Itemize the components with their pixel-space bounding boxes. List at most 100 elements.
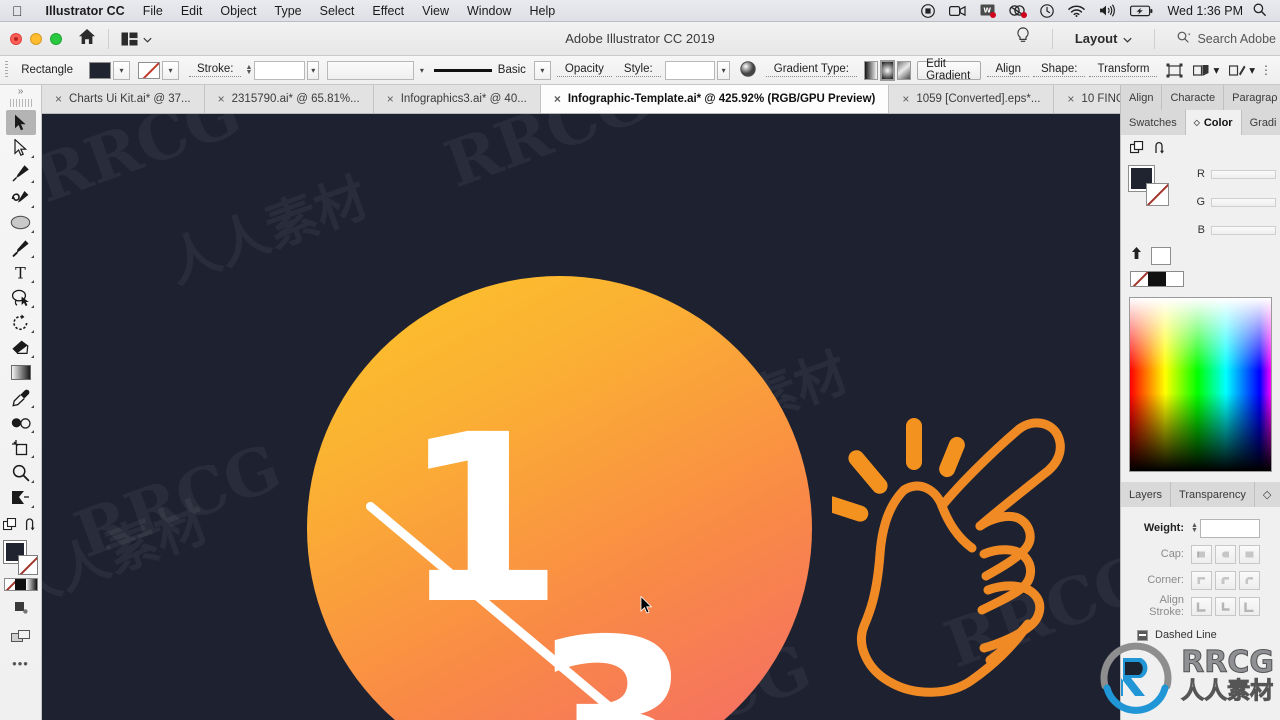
panel-stroke-swatch-none[interactable] (1146, 183, 1169, 206)
menu-select[interactable]: Select (311, 0, 364, 22)
stroke-profile-chevron[interactable]: ▾ (416, 61, 428, 80)
minimize-window-button[interactable] (30, 32, 42, 45)
close-icon[interactable]: × (1067, 92, 1074, 106)
close-icon[interactable]: × (387, 92, 394, 106)
shape-label[interactable]: Shape: (1033, 63, 1086, 77)
swap-fill-stroke-icon[interactable] (24, 518, 38, 537)
black-swatch[interactable] (1148, 272, 1166, 286)
color-mode-buttons[interactable] (3, 578, 38, 591)
chevron-down-icon[interactable]: ▾ (1249, 63, 1255, 77)
stroke-weight-dropdown-chevron[interactable]: ▾ (307, 60, 320, 80)
graphic-style-field[interactable] (664, 60, 716, 80)
chevron-down-icon[interactable]: ▾ (1213, 63, 1219, 77)
spotlight-search-icon[interactable] (1253, 3, 1266, 19)
pointing-hand-illustration[interactable] (823, 414, 1072, 709)
none-black-white-swatches[interactable] (1130, 271, 1184, 287)
paintbrush-tool[interactable] (6, 235, 36, 260)
color-icon[interactable] (15, 579, 26, 590)
wifi-icon[interactable] (1068, 5, 1086, 17)
zoom-tool[interactable] (6, 460, 36, 485)
panel-fill-stroke-controls[interactable] (1128, 165, 1169, 206)
edit-gradient-button[interactable]: Edit Gradient (917, 58, 982, 82)
close-icon[interactable]: × (902, 92, 909, 106)
align-stroke-outside-button[interactable] (1239, 596, 1260, 616)
none-color-icon[interactable] (4, 579, 16, 590)
gradient-type-radial[interactable] (879, 59, 896, 81)
weight-field[interactable] (1199, 518, 1260, 538)
collapse-panel-chevrons[interactable]: » (18, 85, 24, 99)
apple-menu-icon[interactable]:  (12, 4, 23, 18)
gradient-icon[interactable] (25, 579, 37, 590)
denominator-text[interactable]: 3 (532, 609, 693, 720)
tab-character[interactable]: Charactе (1162, 85, 1225, 110)
ellipse-shape-tool[interactable] (6, 210, 36, 235)
volume-icon[interactable] (1099, 4, 1116, 17)
color-channel-row-r[interactable]: R (1179, 160, 1276, 188)
tab-gradient[interactable]: Gradi (1241, 110, 1280, 135)
document-tab-2315790[interactable]: × 2315790.ai* @ 65.81%... (204, 85, 374, 113)
default-fill-stroke-icon[interactable] (2, 517, 17, 537)
transform-button[interactable]: Transform (1089, 63, 1158, 77)
rotate-tool[interactable] (6, 310, 36, 335)
menu-effect[interactable]: Effect (363, 0, 413, 22)
pen-tool[interactable] (6, 160, 36, 185)
document-tab-infographic-template[interactable]: × Infographic-Template.ai* @ 425.92% (RG… (540, 85, 890, 113)
blend-tool[interactable] (6, 410, 36, 435)
add-to-swatches-icon[interactable] (1129, 140, 1145, 160)
stroke-dropdown-chevron[interactable]: ▾ (162, 60, 179, 80)
stroke-weight-label[interactable]: Stroke: (189, 63, 242, 77)
workspace-switcher[interactable]: Layout (1065, 31, 1143, 46)
arrange-documents-button[interactable] (121, 30, 152, 48)
stroke-weight-row[interactable]: Weight: ▲ ▼ (1129, 515, 1272, 541)
align-stroke-center-button[interactable] (1191, 596, 1212, 616)
close-window-button[interactable] (10, 32, 22, 45)
document-tab-charts-ui-kit[interactable]: × Charts Ui Kit.ai* @ 37... (42, 85, 205, 113)
tab-color[interactable]: ◇ Color (1185, 110, 1242, 135)
white-swatch[interactable] (1165, 272, 1183, 286)
direct-selection-tool[interactable] (6, 135, 36, 160)
align-button[interactable]: Align (987, 63, 1030, 77)
gradient-type-freeform[interactable] (897, 60, 912, 80)
selection-tool[interactable] (5, 110, 36, 135)
edit-clipping-path-icon[interactable]: ▾ (1188, 63, 1224, 78)
channel-slider-b[interactable] (1211, 225, 1276, 235)
round-cap-button[interactable] (1215, 544, 1236, 564)
brush-definition-control[interactable]: Basic ▾ (428, 60, 557, 80)
menu-object[interactable]: Object (211, 0, 265, 22)
menu-app-name[interactable]: Illustrator CC (37, 0, 134, 22)
fill-swatch[interactable] (89, 61, 111, 79)
close-icon[interactable]: × (218, 92, 225, 106)
butt-cap-button[interactable] (1191, 544, 1212, 564)
color-channel-row-g[interactable]: G (1179, 188, 1276, 216)
record-stop-icon[interactable] (921, 3, 936, 18)
gradient-tool[interactable] (6, 360, 36, 385)
projecting-cap-button[interactable] (1239, 544, 1260, 564)
menu-help[interactable]: Help (520, 0, 564, 22)
tab-paragraph[interactable]: Paragraρ (1224, 85, 1280, 110)
menubar-clock[interactable]: Wed 1:36 PM (1167, 4, 1243, 18)
maximize-window-button[interactable] (50, 32, 62, 45)
panel-menu-diamond-icon[interactable]: ◇ (1254, 482, 1280, 507)
tab-align[interactable]: Align (1121, 85, 1163, 110)
stroke-color-control[interactable]: ▾ (138, 60, 179, 80)
opacity-label[interactable]: Opacity (556, 63, 612, 77)
style-label[interactable]: Style: (615, 63, 661, 77)
menu-window[interactable]: Window (458, 0, 520, 22)
lasso-tool[interactable] (6, 285, 36, 310)
white-color-swatch[interactable] (1151, 246, 1171, 265)
gradient-type-linear[interactable] (864, 60, 878, 80)
tab-swatches[interactable]: Swatches (1121, 110, 1186, 135)
apply-color-arrow-icon[interactable] (1130, 246, 1143, 265)
stroke-weight-field[interactable] (254, 60, 306, 80)
fill-dropdown-chevron[interactable]: ▾ (113, 60, 130, 80)
isolate-selected-object-icon[interactable] (1161, 63, 1188, 78)
menu-view[interactable]: View (413, 0, 458, 22)
eyedropper-tool[interactable] (6, 385, 36, 410)
screen-mode-icon[interactable] (10, 629, 31, 650)
stroke-swatch-none[interactable] (138, 61, 160, 79)
stroke-profile-select[interactable] (327, 60, 415, 80)
menu-type[interactable]: Type (266, 0, 311, 22)
stroke-weight-stepper[interactable]: ▲ ▼ (245, 64, 252, 76)
tools-panel-grip[interactable] (9, 99, 32, 107)
align-stroke-inside-button[interactable] (1215, 596, 1236, 616)
